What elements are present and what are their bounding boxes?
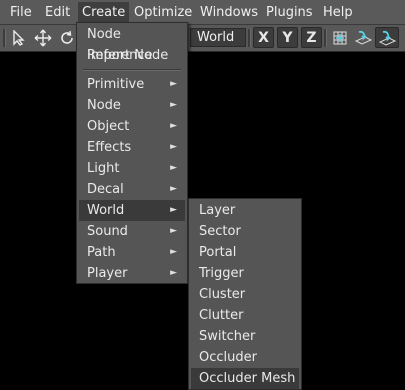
menu-item-node[interactable]: Node ►	[79, 95, 185, 116]
submenu-arrow-icon: ►	[170, 247, 177, 257]
menu-item-label: Player	[87, 266, 128, 281]
menu-item-sound[interactable]: Sound ►	[79, 221, 185, 242]
menu-item-portal[interactable]: Portal	[191, 242, 299, 263]
world-submenu: Layer Sector Portal Trigger Cluster Clut…	[188, 198, 302, 390]
menu-item-occluder[interactable]: Occluder	[191, 347, 299, 368]
menu-item-occluder-mesh[interactable]: Occluder Mesh	[191, 368, 299, 389]
menu-item-object[interactable]: Object ►	[79, 116, 185, 137]
menu-item-layer[interactable]: Layer	[191, 200, 299, 221]
surface-snap-icon[interactable]	[352, 27, 373, 48]
menu-bar: File Edit Create Optimize Windows Plugin…	[0, 0, 405, 25]
menu-item-decal[interactable]: Decal ►	[79, 179, 185, 200]
menu-item-primitive[interactable]: Primitive ►	[79, 74, 185, 95]
submenu-arrow-icon: ►	[170, 268, 177, 278]
menu-create[interactable]: Create	[78, 2, 130, 24]
menu-item-label: Node	[87, 98, 121, 113]
menu-item-player[interactable]: Player ►	[79, 263, 185, 284]
submenu-arrow-icon: ►	[170, 100, 177, 110]
submenu-arrow-icon: ►	[170, 163, 177, 173]
menu-plugins[interactable]: Plugins	[262, 4, 317, 22]
menu-item-label: Sound	[87, 224, 128, 239]
move-icon[interactable]	[32, 27, 53, 48]
submenu-arrow-icon: ►	[170, 184, 177, 194]
menu-divider	[83, 69, 181, 71]
menu-item-switcher[interactable]: Switcher	[191, 326, 299, 347]
menu-help[interactable]: Help	[319, 4, 357, 22]
submenu-arrow-icon: ►	[170, 205, 177, 215]
submenu-arrow-icon: ►	[170, 79, 177, 89]
menu-item-label: Light	[87, 161, 120, 176]
menu-edit[interactable]: Edit	[41, 4, 74, 22]
submenu-arrow-icon: ►	[170, 226, 177, 236]
menu-item-cluster[interactable]: Cluster	[191, 284, 299, 305]
rotate-icon[interactable]	[56, 27, 77, 48]
menu-windows[interactable]: Windows	[196, 4, 262, 22]
menu-item-label: Primitive	[87, 77, 145, 92]
menu-item-label: Decal	[87, 182, 124, 197]
toolbar-separator	[324, 29, 327, 47]
submenu-arrow-icon: ►	[170, 121, 177, 131]
toolbar-separator	[3, 29, 6, 47]
menu-item-effects[interactable]: Effects ►	[79, 137, 185, 158]
menu-item-sector[interactable]: Sector	[191, 221, 299, 242]
menu-item-node-reference[interactable]: Node Reference	[79, 24, 185, 63]
menu-item-light[interactable]: Light ►	[79, 158, 185, 179]
vertex-snap-icon[interactable]	[375, 27, 399, 48]
menu-item-import-node[interactable]: Import Node	[79, 45, 185, 66]
select-arrow-icon[interactable]	[8, 27, 29, 48]
axis-z-button[interactable]: Z	[301, 27, 322, 48]
menu-item-label: World	[87, 203, 125, 218]
coordinate-space-select[interactable]: World	[190, 28, 246, 47]
menu-item-path[interactable]: Path ►	[79, 242, 185, 263]
menu-item-label: Path	[87, 245, 116, 260]
menu-item-clutter[interactable]: Clutter	[191, 305, 299, 326]
toolbar: World X Y Z	[0, 25, 405, 52]
menu-item-label: Object	[87, 119, 130, 134]
axis-y-button[interactable]: Y	[277, 27, 298, 48]
menu-file[interactable]: File	[6, 4, 36, 22]
grid-snap-icon[interactable]	[329, 27, 350, 48]
menu-item-trigger[interactable]: Trigger	[191, 263, 299, 284]
menu-item-label: Effects	[87, 140, 132, 155]
axis-x-button[interactable]: X	[253, 27, 274, 48]
create-menu: Node Reference Import Node Primitive ► N…	[76, 22, 188, 284]
toolbar-separator	[248, 29, 251, 47]
menu-item-world[interactable]: World ►	[79, 200, 185, 221]
menu-optimize[interactable]: Optimize	[130, 4, 196, 22]
submenu-arrow-icon: ►	[170, 142, 177, 152]
